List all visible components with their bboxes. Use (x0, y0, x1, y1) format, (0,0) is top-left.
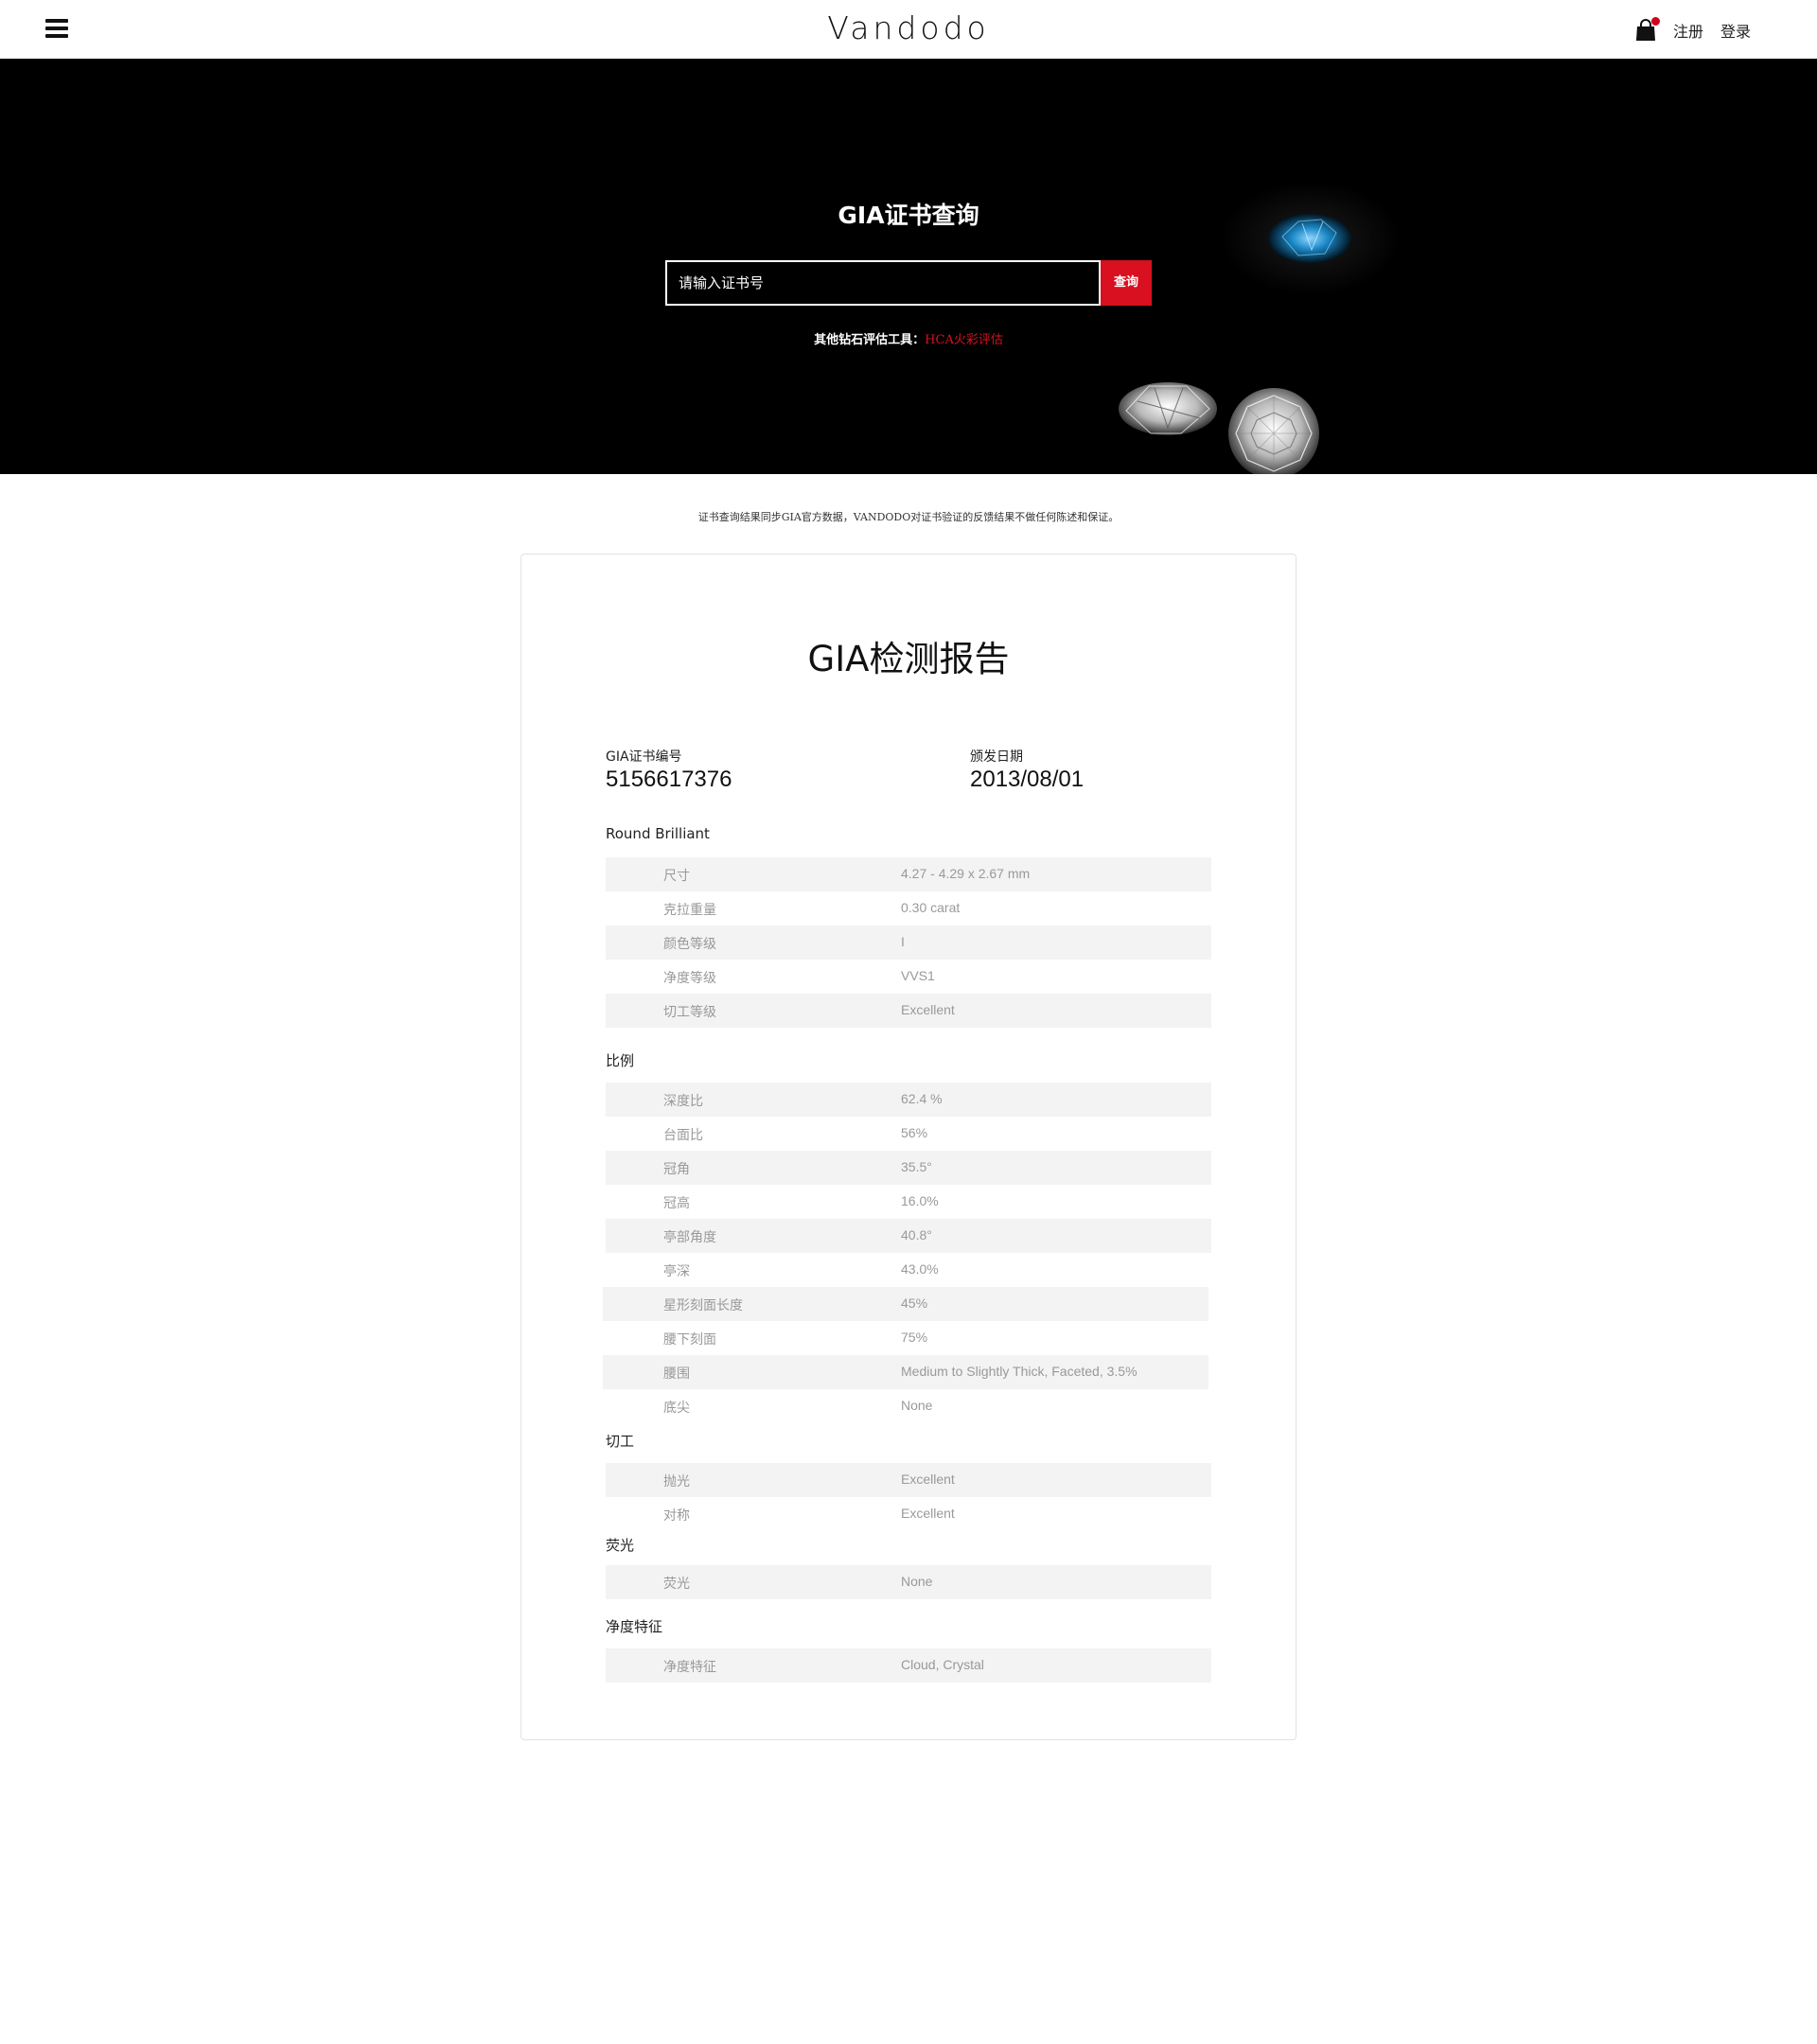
row-value: 45% (901, 1295, 928, 1311)
table-row: 深度比 62.4 % (606, 1083, 1211, 1117)
section-title-clarity-characteristics: 净度特征 (606, 1618, 663, 1635)
row-value: 0.30 carat (901, 900, 961, 915)
table-row: 台面比 56% (606, 1117, 1211, 1151)
hca-link[interactable]: HCA火彩评估 (925, 333, 1003, 347)
table-row: 荧光 None (606, 1565, 1211, 1599)
hero-banner: GIA证书查询 查询 其他钻石评估工具：HCA火彩评估 (0, 59, 1817, 474)
register-link[interactable]: 注册 (1673, 19, 1703, 42)
row-value: 75% (901, 1330, 928, 1345)
issue-date-label: 颁发日期 (970, 749, 1023, 765)
hero-title: GIA证书查询 (838, 202, 979, 229)
table-row: 对称 Excellent (606, 1497, 1211, 1531)
row-value: Excellent (901, 1002, 955, 1017)
row-label: 克拉重量 (663, 902, 716, 917)
row-label: 腰围 (663, 1366, 690, 1381)
table-row: 亭部角度 40.8° (606, 1219, 1211, 1253)
row-label: 颜色等级 (663, 936, 716, 951)
row-value: 4.27 - 4.29 x 2.67 mm (901, 866, 1031, 881)
row-label: 深度比 (663, 1093, 703, 1108)
row-value: Excellent (901, 1471, 955, 1487)
section-title-proportions: 比例 (606, 1052, 635, 1069)
row-label: 对称 (663, 1507, 690, 1523)
row-label: 亭部角度 (663, 1229, 716, 1244)
table-row: 底尖 None (606, 1389, 1211, 1423)
row-label: 净度等级 (663, 970, 716, 985)
row-value: 16.0% (901, 1193, 939, 1208)
row-value: 43.0% (901, 1261, 939, 1277)
row-label: 冠高 (663, 1195, 690, 1210)
table-row: 净度等级 VVS1 (606, 960, 1211, 994)
row-value: 62.4 % (901, 1091, 943, 1106)
table-row: 抛光 Excellent (606, 1463, 1211, 1497)
row-label: 亭深 (663, 1263, 690, 1278)
tools-label: 其他钻石评估工具： (814, 333, 926, 347)
table-row: 克拉重量 0.30 carat (606, 891, 1211, 925)
report-title: GIA检测报告 (807, 639, 1010, 679)
table-row: 切工等级 Excellent (606, 994, 1211, 1028)
row-value: Excellent (901, 1506, 955, 1521)
row-label: 星形刻面长度 (663, 1297, 743, 1313)
row-value: 35.5° (901, 1159, 932, 1174)
diamonds-image (1119, 182, 1401, 474)
table-row: 冠高 16.0% (606, 1185, 1211, 1219)
row-value: Medium to Slightly Thick, Faceted, 3.5% (901, 1364, 1138, 1379)
row-value: I (901, 934, 905, 949)
table-row: 星形刻面长度 45% (603, 1287, 1208, 1321)
gia-report-card: GIA检测报告 GIA证书编号 5156617376 颁发日期 2013/08/… (520, 554, 1297, 1740)
table-row: 净度特征 Cloud, Crystal (606, 1648, 1211, 1683)
row-value: None (901, 1398, 933, 1413)
table-row: 冠角 35.5° (606, 1151, 1211, 1185)
table-row: 尺寸 4.27 - 4.29 x 2.67 mm (606, 857, 1211, 891)
row-label: 净度特征 (663, 1659, 716, 1674)
row-label: 台面比 (663, 1127, 703, 1142)
cart-badge (1650, 17, 1660, 26)
table-row: 亭深 43.0% (606, 1253, 1211, 1287)
cert-number-value: 5156617376 (606, 766, 732, 792)
table-row: 腰围 Medium to Slightly Thick, Faceted, 3.5… (603, 1355, 1208, 1389)
disclaimer-notice: 证书查询结果同步GIA官方数据，VANDODO对证书验证的反馈结果不做任何陈述和… (697, 511, 1120, 523)
brand-name[interactable]: Vandodo (827, 9, 989, 46)
row-value: 56% (901, 1125, 928, 1140)
issue-date-value: 2013/08/01 (970, 766, 1085, 792)
row-label: 尺寸 (663, 868, 690, 883)
brand-logo[interactable]: Vandodo (0, 9, 1817, 46)
header-actions: 注册 登录 (1635, 17, 1751, 42)
row-value: None (901, 1574, 933, 1589)
cert-number-label: GIA证书编号 (606, 749, 682, 765)
site-header: Vandodo 注册 登录 (0, 0, 1817, 59)
section-title-fluorescence: 荧光 (606, 1537, 635, 1554)
row-label: 切工等级 (663, 1004, 716, 1019)
row-value: Cloud, Crystal (901, 1657, 984, 1672)
row-label: 荧光 (663, 1576, 690, 1591)
shopping-bag-icon[interactable] (1635, 17, 1660, 42)
table-row: 颜色等级 I (606, 925, 1211, 960)
row-label: 底尖 (663, 1400, 690, 1415)
login-link[interactable]: 登录 (1720, 19, 1751, 42)
table-row: 腰下刻面 75% (606, 1321, 1211, 1355)
row-label: 腰下刻面 (663, 1331, 716, 1347)
section-title-cut: 切工 (606, 1433, 635, 1450)
section-title-shape: Round Brilliant (606, 825, 710, 842)
other-tools: 其他钻石评估工具：HCA火彩评估 (0, 329, 1817, 347)
certificate-search-input[interactable] (665, 260, 1101, 306)
row-label: 冠角 (663, 1161, 690, 1176)
row-label: 抛光 (663, 1473, 690, 1489)
row-value: VVS1 (901, 968, 935, 983)
row-value: 40.8° (901, 1227, 932, 1242)
